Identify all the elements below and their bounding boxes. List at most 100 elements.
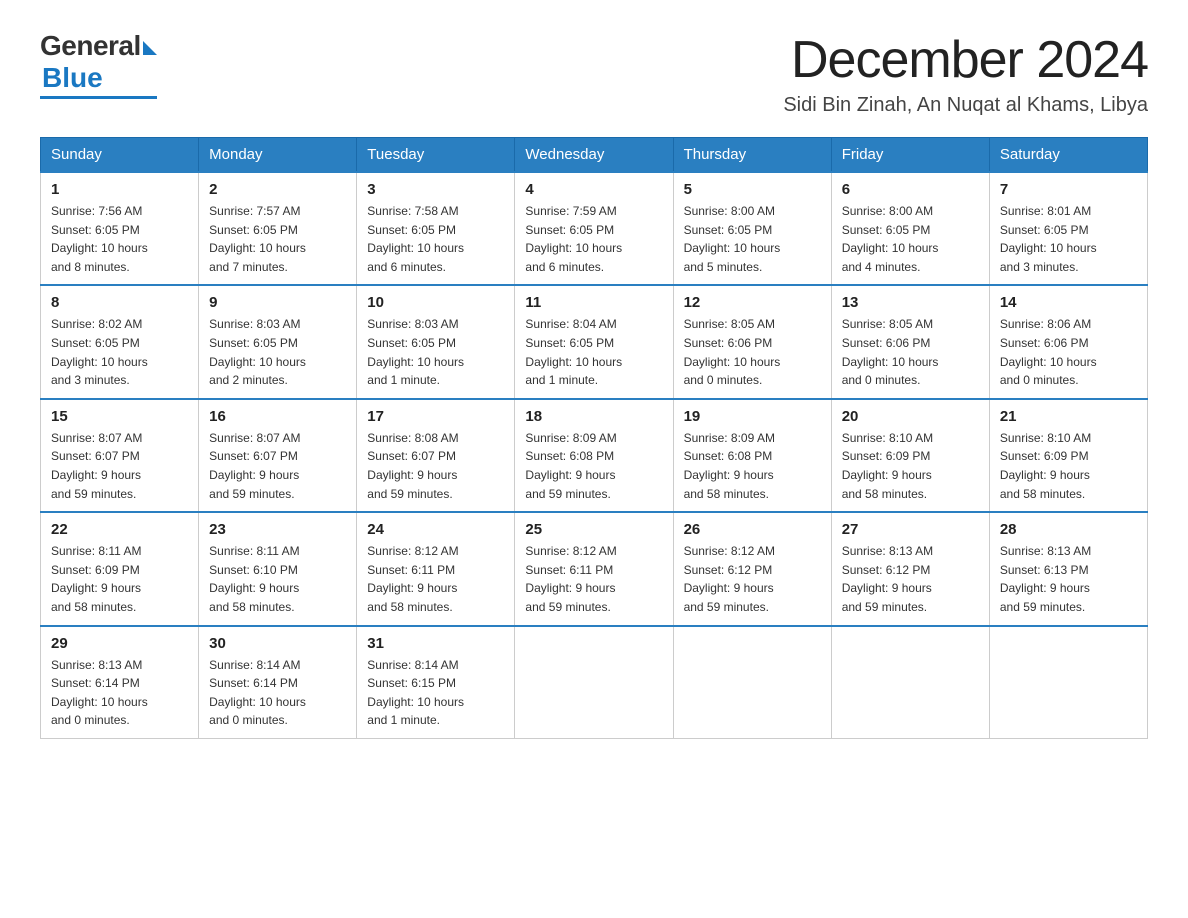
- day-info: Sunrise: 8:07 AMSunset: 6:07 PMDaylight:…: [209, 429, 346, 503]
- calendar-cell: 22Sunrise: 8:11 AMSunset: 6:09 PMDayligh…: [41, 512, 199, 625]
- calendar-cell: 24 Sunrise: 8:12 AMSunset: 6:11 PMDayligh…: [357, 512, 515, 625]
- day-info: Sunrise: 8:13 AMSunset: 6:13 PMDaylight:…: [1000, 542, 1137, 616]
- day-number: 6: [842, 181, 979, 198]
- day-header-monday: Monday: [199, 138, 357, 173]
- location-title: Sidi Bin Zinah, An Nuqat al Khams, Libya: [783, 94, 1148, 117]
- calendar-cell: 19 Sunrise: 8:09 AMSunset: 6:08 PMDayligh…: [673, 399, 831, 512]
- calendar-cell: 6 Sunrise: 8:00 AMSunset: 6:05 PMDaylight…: [831, 172, 989, 285]
- day-number: 12: [684, 294, 821, 311]
- day-number: 30: [209, 635, 346, 652]
- calendar-week-row: 1Sunrise: 7:56 AMSunset: 6:05 PMDaylight…: [41, 172, 1148, 285]
- calendar-cell: 26 Sunrise: 8:12 AMSunset: 6:12 PMDayligh…: [673, 512, 831, 625]
- day-number: 26: [684, 521, 821, 538]
- day-info: Sunrise: 8:03 AMSunset: 6:05 PMDaylight:…: [209, 315, 346, 389]
- calendar-cell: [831, 626, 989, 739]
- calendar-header-row: SundayMondayTuesdayWednesdayThursdayFrid…: [41, 138, 1148, 173]
- day-info: Sunrise: 8:13 AMSunset: 6:14 PMDaylight:…: [51, 656, 188, 730]
- day-number: 9: [209, 294, 346, 311]
- calendar-cell: 1Sunrise: 7:56 AMSunset: 6:05 PMDaylight…: [41, 172, 199, 285]
- day-info: Sunrise: 8:04 AMSunset: 6:05 PMDaylight:…: [525, 315, 662, 389]
- day-number: 21: [1000, 408, 1137, 425]
- calendar-body: 1Sunrise: 7:56 AMSunset: 6:05 PMDaylight…: [41, 172, 1148, 738]
- day-number: 20: [842, 408, 979, 425]
- calendar-cell: 12 Sunrise: 8:05 AMSunset: 6:06 PMDayligh…: [673, 285, 831, 398]
- calendar-week-row: 15Sunrise: 8:07 AMSunset: 6:07 PMDayligh…: [41, 399, 1148, 512]
- day-info: Sunrise: 7:57 AMSunset: 6:05 PMDaylight:…: [209, 202, 346, 276]
- day-number: 23: [209, 521, 346, 538]
- day-info: Sunrise: 8:01 AMSunset: 6:05 PMDaylight:…: [1000, 202, 1137, 276]
- day-header-tuesday: Tuesday: [357, 138, 515, 173]
- calendar-week-row: 8 Sunrise: 8:02 AMSunset: 6:05 PMDaylight…: [41, 285, 1148, 398]
- title-section: December 2024 Sidi Bin Zinah, An Nuqat a…: [783, 30, 1148, 117]
- day-number: 27: [842, 521, 979, 538]
- calendar-cell: 3 Sunrise: 7:58 AMSunset: 6:05 PMDaylight…: [357, 172, 515, 285]
- day-header-wednesday: Wednesday: [515, 138, 673, 173]
- day-number: 31: [367, 635, 504, 652]
- day-number: 13: [842, 294, 979, 311]
- day-number: 24: [367, 521, 504, 538]
- day-number: 19: [684, 408, 821, 425]
- day-header-thursday: Thursday: [673, 138, 831, 173]
- logo-arrow-icon: [143, 41, 157, 55]
- calendar-cell: 21 Sunrise: 8:10 AMSunset: 6:09 PMDayligh…: [989, 399, 1147, 512]
- day-number: 3: [367, 181, 504, 198]
- day-number: 4: [525, 181, 662, 198]
- day-info: Sunrise: 8:03 AMSunset: 6:05 PMDaylight:…: [367, 315, 504, 389]
- calendar-cell: 5Sunrise: 8:00 AMSunset: 6:05 PMDaylight…: [673, 172, 831, 285]
- calendar-cell: 15Sunrise: 8:07 AMSunset: 6:07 PMDayligh…: [41, 399, 199, 512]
- calendar-cell: 30 Sunrise: 8:14 AMSunset: 6:14 PMDayligh…: [199, 626, 357, 739]
- day-info: Sunrise: 8:12 AMSunset: 6:12 PMDaylight:…: [684, 542, 821, 616]
- day-info: Sunrise: 8:09 AMSunset: 6:08 PMDaylight:…: [525, 429, 662, 503]
- day-info: Sunrise: 8:00 AMSunset: 6:05 PMDaylight:…: [842, 202, 979, 276]
- day-info: Sunrise: 8:11 AMSunset: 6:09 PMDaylight:…: [51, 542, 188, 616]
- calendar-cell: 29 Sunrise: 8:13 AMSunset: 6:14 PMDayligh…: [41, 626, 199, 739]
- day-number: 5: [684, 181, 821, 198]
- logo-underline: [40, 96, 157, 99]
- calendar-cell: 17Sunrise: 8:08 AMSunset: 6:07 PMDayligh…: [357, 399, 515, 512]
- day-number: 29: [51, 635, 188, 652]
- day-info: Sunrise: 8:05 AMSunset: 6:06 PMDaylight:…: [684, 315, 821, 389]
- calendar-cell: 25 Sunrise: 8:12 AMSunset: 6:11 PMDayligh…: [515, 512, 673, 625]
- day-info: Sunrise: 8:14 AMSunset: 6:14 PMDaylight:…: [209, 656, 346, 730]
- day-info: Sunrise: 7:58 AMSunset: 6:05 PMDaylight:…: [367, 202, 504, 276]
- day-info: Sunrise: 8:14 AMSunset: 6:15 PMDaylight:…: [367, 656, 504, 730]
- day-number: 10: [367, 294, 504, 311]
- day-header-saturday: Saturday: [989, 138, 1147, 173]
- calendar-cell: 31 Sunrise: 8:14 AMSunset: 6:15 PMDayligh…: [357, 626, 515, 739]
- day-info: Sunrise: 8:12 AMSunset: 6:11 PMDaylight:…: [525, 542, 662, 616]
- day-number: 25: [525, 521, 662, 538]
- logo: General Blue: [40, 30, 157, 99]
- day-number: 17: [367, 408, 504, 425]
- day-info: Sunrise: 8:10 AMSunset: 6:09 PMDaylight:…: [842, 429, 979, 503]
- calendar-week-row: 22Sunrise: 8:11 AMSunset: 6:09 PMDayligh…: [41, 512, 1148, 625]
- day-info: Sunrise: 8:02 AMSunset: 6:05 PMDaylight:…: [51, 315, 188, 389]
- day-info: Sunrise: 7:59 AMSunset: 6:05 PMDaylight:…: [525, 202, 662, 276]
- calendar-cell: 10 Sunrise: 8:03 AMSunset: 6:05 PMDayligh…: [357, 285, 515, 398]
- calendar-cell: 23 Sunrise: 8:11 AMSunset: 6:10 PMDayligh…: [199, 512, 357, 625]
- day-number: 8: [51, 294, 188, 311]
- day-info: Sunrise: 8:10 AMSunset: 6:09 PMDaylight:…: [1000, 429, 1137, 503]
- day-number: 7: [1000, 181, 1137, 198]
- calendar-cell: 13 Sunrise: 8:05 AMSunset: 6:06 PMDayligh…: [831, 285, 989, 398]
- day-number: 16: [209, 408, 346, 425]
- calendar-cell: 7 Sunrise: 8:01 AMSunset: 6:05 PMDaylight…: [989, 172, 1147, 285]
- day-info: Sunrise: 8:12 AMSunset: 6:11 PMDaylight:…: [367, 542, 504, 616]
- page-header: General Blue December 2024 Sidi Bin Zina…: [40, 30, 1148, 117]
- day-number: 11: [525, 294, 662, 311]
- calendar-table: SundayMondayTuesdayWednesdayThursdayFrid…: [40, 137, 1148, 739]
- day-number: 18: [525, 408, 662, 425]
- day-info: Sunrise: 8:11 AMSunset: 6:10 PMDaylight:…: [209, 542, 346, 616]
- calendar-cell: [515, 626, 673, 739]
- day-number: 2: [209, 181, 346, 198]
- calendar-cell: 14Sunrise: 8:06 AMSunset: 6:06 PMDayligh…: [989, 285, 1147, 398]
- calendar-cell: [673, 626, 831, 739]
- calendar-cell: 16 Sunrise: 8:07 AMSunset: 6:07 PMDayligh…: [199, 399, 357, 512]
- calendar-cell: 11 Sunrise: 8:04 AMSunset: 6:05 PMDayligh…: [515, 285, 673, 398]
- day-header-friday: Friday: [831, 138, 989, 173]
- calendar-cell: 28Sunrise: 8:13 AMSunset: 6:13 PMDayligh…: [989, 512, 1147, 625]
- day-info: Sunrise: 8:09 AMSunset: 6:08 PMDaylight:…: [684, 429, 821, 503]
- day-info: Sunrise: 7:56 AMSunset: 6:05 PMDaylight:…: [51, 202, 188, 276]
- calendar-cell: 20 Sunrise: 8:10 AMSunset: 6:09 PMDayligh…: [831, 399, 989, 512]
- calendar-cell: 8 Sunrise: 8:02 AMSunset: 6:05 PMDaylight…: [41, 285, 199, 398]
- day-info: Sunrise: 8:05 AMSunset: 6:06 PMDaylight:…: [842, 315, 979, 389]
